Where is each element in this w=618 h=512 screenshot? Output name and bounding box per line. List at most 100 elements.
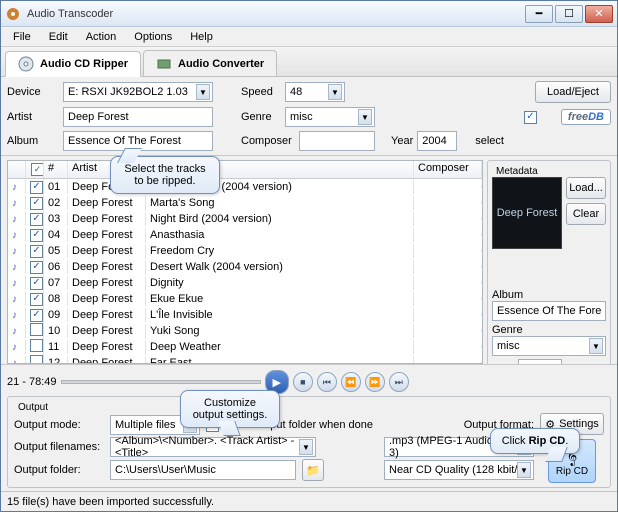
track-artist: Deep Forest	[68, 276, 146, 290]
track-artist: Deep Forest	[68, 196, 146, 210]
year-input[interactable]	[417, 131, 457, 151]
load-metadata-button[interactable]: Load...	[566, 177, 606, 199]
track-title: Marta's Song	[146, 196, 414, 210]
track-checkbox[interactable]: ✓	[30, 245, 43, 258]
track-checkbox[interactable]: ✓	[30, 309, 43, 322]
track-composer	[414, 330, 482, 332]
seek-slider[interactable]	[61, 380, 261, 384]
composer-label: Composer	[241, 135, 295, 147]
track-artist: Deep Forest	[68, 244, 146, 258]
close-button[interactable]: ✕	[585, 5, 613, 23]
genre-combo[interactable]: misc▼	[285, 107, 375, 127]
rewind-button[interactable]: ⏪	[341, 372, 361, 392]
note-icon: ♪	[12, 198, 17, 209]
note-icon: ♪	[12, 294, 17, 305]
maximize-button[interactable]: ☐	[555, 5, 583, 23]
note-icon: ♪	[12, 246, 17, 257]
select-all-checkbox[interactable]: ✓	[31, 163, 44, 176]
track-number: 06	[44, 260, 68, 274]
clear-metadata-button[interactable]: Clear	[566, 203, 606, 225]
prev-button[interactable]: ⏮	[317, 372, 337, 392]
chevron-down-icon: ▼	[358, 109, 372, 125]
track-checkbox[interactable]: ✓	[30, 277, 43, 290]
track-row[interactable]: ♪✓08Deep ForestEkue Ekue	[8, 291, 482, 307]
output-folder-input[interactable]	[110, 460, 296, 480]
minimize-button[interactable]: ━	[525, 5, 553, 23]
track-position: 21 - 78:49	[7, 376, 57, 388]
output-mode-label: Output mode:	[14, 419, 104, 431]
track-row[interactable]: ♪✓07Deep ForestDignity	[8, 275, 482, 291]
track-artist: Deep Forest	[68, 340, 146, 354]
track-row[interactable]: ♪✓01Deep ForestSweet Lullaby (2004 versi…	[8, 179, 482, 195]
track-checkbox[interactable]	[30, 355, 43, 363]
callout-rip: Click Rip CD.	[490, 428, 580, 454]
track-list-body[interactable]: ♪✓01Deep ForestSweet Lullaby (2004 versi…	[8, 179, 482, 363]
track-row[interactable]: ♪✓03Deep ForestNight Bird (2004 version)	[8, 211, 482, 227]
track-checkbox[interactable]: ✓	[30, 213, 43, 226]
next-button[interactable]: ⏭	[389, 372, 409, 392]
load-eject-button[interactable]: Load/Eject	[535, 81, 611, 103]
note-icon: ♪	[12, 326, 17, 337]
track-checkbox[interactable]: ✓	[30, 293, 43, 306]
track-title: Ekue Ekue	[146, 292, 414, 306]
track-number: 10	[44, 324, 68, 338]
menu-edit[interactable]: Edit	[41, 29, 76, 45]
browse-folder-button[interactable]: 📁	[302, 459, 324, 481]
select-checkbox[interactable]: ✓	[524, 111, 537, 124]
track-artist: Deep Forest	[68, 228, 146, 242]
list-header: ✓ # Artist Title Composer	[8, 161, 482, 179]
menubar: File Edit Action Options Help	[1, 27, 617, 47]
track-composer	[414, 234, 482, 236]
track-row[interactable]: ♪✓02Deep ForestMarta's Song	[8, 195, 482, 211]
track-row[interactable]: ♪11Deep ForestDeep Weather	[8, 339, 482, 355]
menu-options[interactable]: Options	[126, 29, 180, 45]
tab-cd-ripper[interactable]: Audio CD Ripper	[5, 51, 141, 77]
menu-help[interactable]: Help	[182, 29, 221, 45]
menu-action[interactable]: Action	[78, 29, 125, 45]
stop-button[interactable]: ■	[293, 372, 313, 392]
track-checkbox[interactable]: ✓	[30, 197, 43, 210]
col-number[interactable]: #	[44, 161, 68, 178]
device-combo[interactable]: E: RSXI JK92BOL2 1.03▼	[63, 82, 213, 102]
speed-combo[interactable]: 48▼	[285, 82, 345, 102]
track-number: 03	[44, 212, 68, 226]
track-checkbox[interactable]: ✓	[30, 181, 43, 194]
track-row[interactable]: ♪✓09Deep ForestL'Île Invisible	[8, 307, 482, 323]
track-row[interactable]: ♪10Deep ForestYuki Song	[8, 323, 482, 339]
note-icon: ♪	[12, 358, 17, 363]
track-checkbox[interactable]	[30, 323, 43, 336]
playbar: 21 - 78:49 ▶ ■ ⏮ ⏪ ⏩ ⏭	[7, 368, 611, 396]
track-artist: Deep Forest	[68, 212, 146, 226]
note-icon: ♪	[12, 214, 17, 225]
track-row[interactable]: ♪12Deep ForestFar East	[8, 355, 482, 363]
track-artist: Deep Forest	[68, 324, 146, 338]
output-quality-combo[interactable]: Near CD Quality (128 kbit/s)▼	[384, 460, 534, 480]
freedb-button[interactable]: freeDB	[561, 109, 611, 125]
device-label: Device	[7, 86, 59, 98]
track-checkbox[interactable]	[30, 339, 43, 352]
col-composer[interactable]: Composer	[414, 161, 482, 178]
meta-album-label: Album	[492, 289, 606, 301]
meta-genre-combo[interactable]: misc▼	[492, 336, 606, 356]
track-checkbox[interactable]: ✓	[30, 261, 43, 274]
track-number: 07	[44, 276, 68, 290]
metadata-heading: Metadata	[492, 166, 542, 177]
album-cover[interactable]: Deep Forest	[492, 177, 562, 249]
meta-album-input[interactable]	[492, 301, 606, 321]
callout-select-tracks: Select the tracksto be ripped.	[110, 156, 220, 194]
track-row[interactable]: ♪✓05Deep ForestFreedom Cry	[8, 243, 482, 259]
menu-file[interactable]: File	[5, 29, 39, 45]
year-label: Year	[391, 135, 413, 147]
forward-button[interactable]: ⏩	[365, 372, 385, 392]
output-heading: Output	[14, 402, 52, 413]
note-icon: ♪	[12, 230, 17, 241]
titlebar: Audio Transcoder ━ ☐ ✕	[1, 1, 617, 27]
tab-audio-converter[interactable]: Audio Converter	[143, 50, 277, 76]
track-row[interactable]: ♪✓04Deep ForestAnasthasia	[8, 227, 482, 243]
tab-label: Audio Converter	[178, 58, 264, 70]
artist-input[interactable]	[63, 107, 213, 127]
track-row[interactable]: ♪✓06Deep ForestDesert Walk (2004 version…	[8, 259, 482, 275]
composer-input[interactable]	[299, 131, 375, 151]
output-filenames-combo[interactable]: <Album>\<Number>. <Track Artist> - <Titl…	[110, 437, 316, 457]
track-checkbox[interactable]: ✓	[30, 229, 43, 242]
